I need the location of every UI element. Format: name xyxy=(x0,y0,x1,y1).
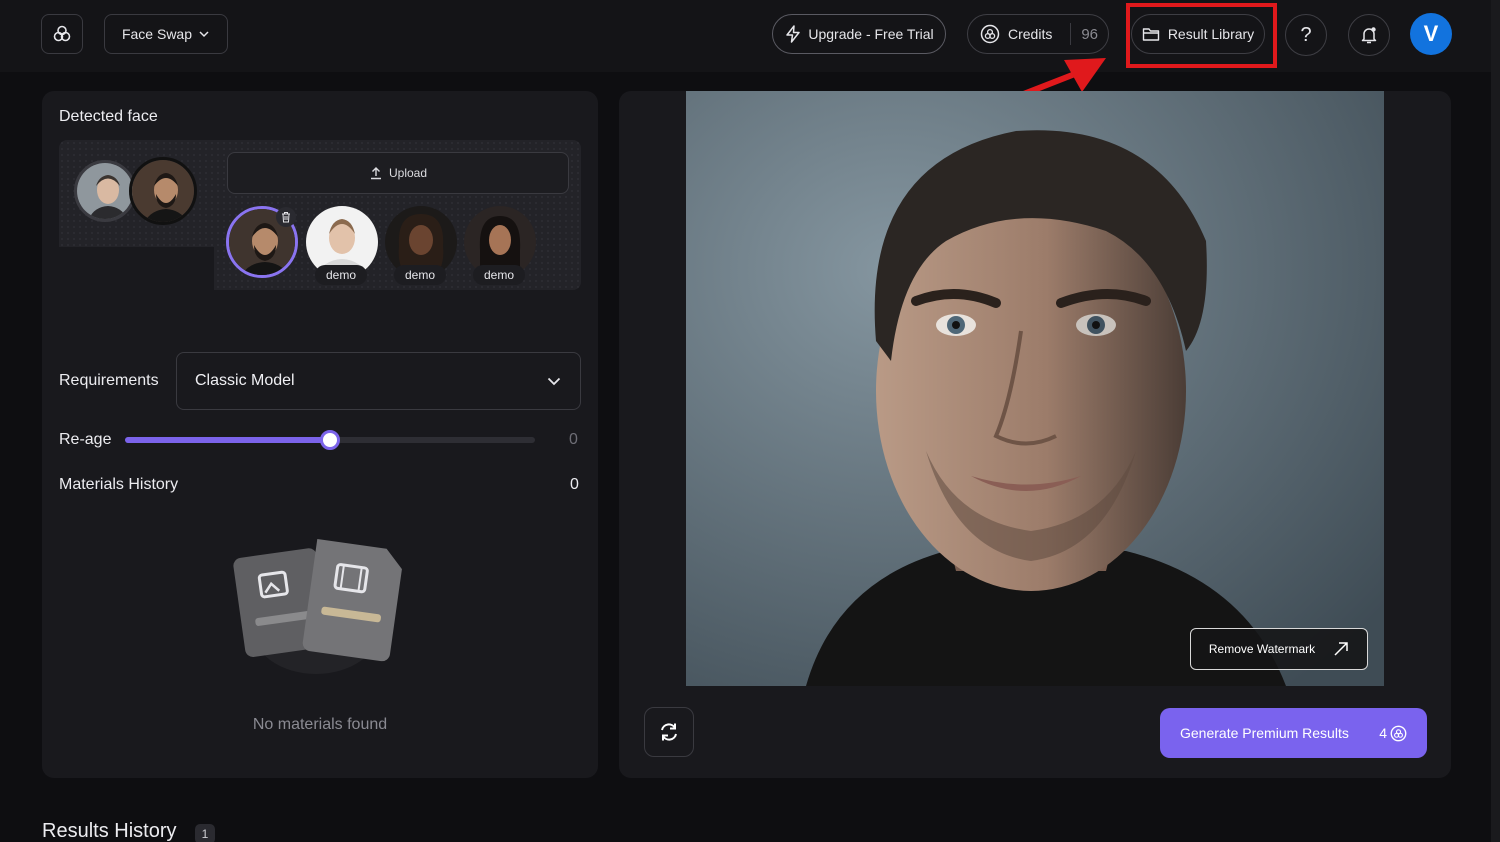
demo-tag: demo xyxy=(315,265,367,285)
credits-button[interactable]: Credits 96 xyxy=(967,14,1109,54)
user-avatar[interactable]: V xyxy=(1410,13,1452,55)
generate-premium-button[interactable]: Generate Premium Results 4 xyxy=(1160,708,1427,758)
upload-label: Upload xyxy=(388,166,428,180)
upgrade-label: Upgrade - Free Trial xyxy=(808,26,934,42)
detected-face-label: Detected face xyxy=(59,108,158,125)
page-scrollbar[interactable] xyxy=(1491,0,1500,842)
swap-refresh-button[interactable] xyxy=(644,707,694,757)
help-icon: ? xyxy=(1300,23,1312,46)
reage-label: Re-age xyxy=(59,431,112,448)
bell-icon xyxy=(1361,27,1377,44)
notifications-button[interactable] xyxy=(1348,14,1390,56)
avatar-initial: V xyxy=(1423,21,1439,46)
upload-button[interactable]: Upload xyxy=(227,152,569,194)
chevron-down-icon xyxy=(199,31,209,38)
highlight-box xyxy=(1126,3,1277,68)
credits-label: Credits xyxy=(1008,26,1053,42)
mode-dropdown-label: Face Swap xyxy=(121,26,193,42)
generate-cost-value: 4 xyxy=(1379,725,1387,741)
upload-icon xyxy=(370,167,381,180)
app-logo-button[interactable] xyxy=(41,14,83,54)
reage-slider[interactable] xyxy=(125,430,535,450)
results-history-count: 1 xyxy=(195,824,215,842)
materials-history-label: Materials History xyxy=(59,476,179,493)
credits-divider xyxy=(1070,23,1072,45)
detected-face-1[interactable] xyxy=(74,160,136,222)
mode-dropdown[interactable]: Face Swap xyxy=(104,14,228,54)
lightning-icon xyxy=(786,25,801,43)
trash-icon xyxy=(282,212,290,223)
generate-label: Generate Premium Results xyxy=(1180,725,1349,741)
help-button[interactable]: ? xyxy=(1285,14,1327,56)
demo-tag: demo xyxy=(394,265,446,285)
chevron-down-icon xyxy=(547,377,561,386)
credits-coin-icon xyxy=(1390,725,1407,741)
reage-slider-fill xyxy=(125,437,330,443)
materials-count: 0 xyxy=(570,476,579,493)
remove-watermark-button[interactable]: Remove Watermark xyxy=(1190,628,1368,670)
model-select-value: Classic Model xyxy=(195,372,295,389)
model-select[interactable]: Classic Model xyxy=(176,352,581,410)
no-materials-text: No materials found xyxy=(252,716,388,733)
external-arrow-icon xyxy=(1334,642,1348,656)
credits-coin-icon xyxy=(980,24,1000,44)
upgrade-button[interactable]: Upgrade - Free Trial xyxy=(772,14,946,54)
portrait-image xyxy=(686,91,1384,686)
empty-materials-illustration xyxy=(233,539,402,674)
reage-value: 0 xyxy=(569,431,578,448)
result-preview-image xyxy=(686,91,1384,686)
refresh-icon xyxy=(661,723,677,741)
app-logo-icon xyxy=(53,25,71,42)
detected-face-2[interactable] xyxy=(129,157,197,225)
demo-tag: demo xyxy=(473,265,525,285)
remove-watermark-label: Remove Watermark xyxy=(1208,642,1316,656)
credits-count: 96 xyxy=(1081,25,1098,43)
reage-slider-thumb[interactable] xyxy=(320,430,340,450)
generate-cost: 4 xyxy=(1379,725,1407,742)
results-history-title: Results History xyxy=(42,820,177,842)
face-box-cutout xyxy=(59,247,214,291)
delete-face-button[interactable] xyxy=(276,207,296,227)
requirements-label: Requirements xyxy=(59,372,159,389)
